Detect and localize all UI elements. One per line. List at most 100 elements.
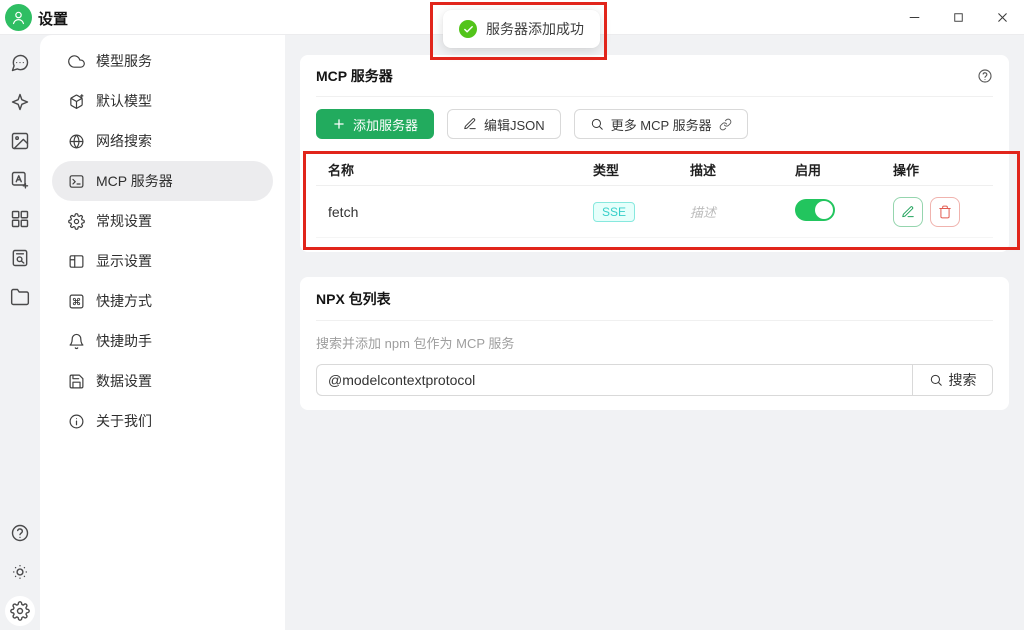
edit-json-label: 编辑JSON <box>484 115 545 134</box>
sidebar-item-about-us[interactable]: 关于我们 <box>52 401 273 441</box>
sparkle-rail-button[interactable] <box>1 82 40 121</box>
toolbar: 添加服务器 编辑JSON 更多 MCP 服务器 <box>316 109 993 139</box>
theme-sun-rail-button[interactable] <box>1 552 40 591</box>
npm-search-button[interactable]: 搜索 <box>912 364 993 396</box>
apps-grid-icon <box>10 209 30 229</box>
avatar[interactable] <box>5 4 32 31</box>
chat-icon <box>10 53 30 73</box>
minimize-icon <box>907 10 922 25</box>
column-header: 操作 <box>893 160 981 179</box>
row-actions <box>893 197 981 227</box>
npm-search-label: 搜索 <box>949 370 977 390</box>
edit-server-button[interactable] <box>893 197 923 227</box>
server-description: 描述 <box>690 202 795 221</box>
help-rail-button[interactable] <box>1 513 40 552</box>
window-controls <box>892 0 1024 35</box>
help-icon <box>10 523 30 543</box>
divider <box>316 320 993 321</box>
cloud-icon <box>68 53 85 70</box>
folder-icon <box>10 287 30 307</box>
sidebar-item-web-search[interactable]: 网络搜索 <box>52 121 273 161</box>
column-header: 类型 <box>593 160 690 179</box>
column-header: 启用 <box>795 160 893 179</box>
terminal-icon <box>68 173 85 190</box>
card-title: NPX 包列表 <box>316 289 993 309</box>
mcp-servers-table: 名称类型描述启用操作 fetch SSE 描述 <box>316 154 993 238</box>
trash-icon <box>938 205 952 219</box>
search-icon <box>590 117 604 131</box>
app-shell: 模型服务默认模型网络搜索MCP 服务器常规设置显示设置快捷方式快捷助手数据设置关… <box>0 35 1024 630</box>
enable-toggle[interactable] <box>795 199 835 221</box>
add-server-button[interactable]: 添加服务器 <box>316 109 434 139</box>
file-search-rail-button[interactable] <box>1 238 40 277</box>
sidebar-item-label: 关于我们 <box>96 411 152 431</box>
person-icon <box>10 9 27 26</box>
main-content: MCP 服务器 添加服务器 编辑JSON 更多 MCP 服务器 <box>285 35 1024 630</box>
gear-icon <box>68 213 85 230</box>
theme-sun-icon <box>10 562 30 582</box>
translate-rail-button[interactable] <box>1 160 40 199</box>
toast-success: 服务器添加成功 <box>443 10 600 48</box>
server-name: fetch <box>328 204 593 220</box>
command-icon <box>68 293 85 310</box>
npm-search-group: 搜索 <box>316 364 993 396</box>
column-header: 名称 <box>328 160 593 179</box>
image-rail-button[interactable] <box>1 121 40 160</box>
external-link-icon <box>719 118 732 131</box>
sidebar-item-label: 网络搜索 <box>96 131 152 151</box>
table-header-row: 名称类型描述启用操作 <box>316 154 993 186</box>
maximize-icon <box>951 10 966 25</box>
sidebar-item-shortcuts[interactable]: 快捷方式 <box>52 281 273 321</box>
image-icon <box>10 131 30 151</box>
mcp-servers-card: MCP 服务器 添加服务器 编辑JSON 更多 MCP 服务器 <box>300 55 1009 252</box>
table-row: fetch SSE 描述 <box>316 186 993 238</box>
sidebar-item-label: 模型服务 <box>96 51 152 71</box>
cube-icon <box>68 93 85 110</box>
close-button[interactable] <box>980 0 1024 35</box>
add-server-label: 添加服务器 <box>353 115 418 134</box>
card-header: MCP 服务器 <box>316 67 993 85</box>
sidebar-item-model-services[interactable]: 模型服务 <box>52 41 273 81</box>
sidebar-item-general-settings[interactable]: 常规设置 <box>52 201 273 241</box>
toggle-knob <box>815 201 833 219</box>
folder-rail-button[interactable] <box>1 277 40 316</box>
sidebar-item-label: 快捷助手 <box>96 331 152 351</box>
left-rail <box>0 35 40 630</box>
info-icon <box>68 413 85 430</box>
sidebar-item-label: 快捷方式 <box>96 291 152 311</box>
search-icon <box>929 373 943 387</box>
more-mcp-servers-label: 更多 MCP 服务器 <box>611 115 712 134</box>
server-type-badge: SSE <box>593 202 635 222</box>
sidebar-item-label: 默认模型 <box>96 91 152 111</box>
question-circle-icon[interactable] <box>977 68 993 84</box>
maximize-button[interactable] <box>936 0 980 35</box>
more-mcp-servers-button[interactable]: 更多 MCP 服务器 <box>574 109 748 139</box>
sidebar-item-label: 显示设置 <box>96 251 152 271</box>
toast-message: 服务器添加成功 <box>486 19 584 39</box>
pencil-icon <box>463 117 477 131</box>
close-icon <box>995 10 1010 25</box>
sidebar-item-default-models[interactable]: 默认模型 <box>52 81 273 121</box>
check-icon <box>463 24 474 35</box>
npm-search-input[interactable] <box>316 364 912 396</box>
settings-gear-icon <box>10 601 30 621</box>
chat-rail-button[interactable] <box>1 43 40 82</box>
globe-icon <box>68 133 85 150</box>
card-title: MCP 服务器 <box>316 66 393 86</box>
apps-grid-rail-button[interactable] <box>1 199 40 238</box>
minimize-button[interactable] <box>892 0 936 35</box>
page-title: 设置 <box>38 8 68 29</box>
delete-server-button[interactable] <box>930 197 960 227</box>
settings-gear-rail-button[interactable] <box>1 591 40 630</box>
sidebar-item-quick-assistant[interactable]: 快捷助手 <box>52 321 273 361</box>
pencil-icon <box>901 205 915 219</box>
sidebar-item-label: MCP 服务器 <box>96 171 173 191</box>
npx-description: 搜索并添加 npm 包作为 MCP 服务 <box>316 333 993 352</box>
divider <box>316 96 993 97</box>
sidebar-item-label: 常规设置 <box>96 211 152 231</box>
sparkle-icon <box>10 92 30 112</box>
edit-json-button[interactable]: 编辑JSON <box>447 109 561 139</box>
sidebar-item-data-settings[interactable]: 数据设置 <box>52 361 273 401</box>
sidebar-item-mcp-servers[interactable]: MCP 服务器 <box>52 161 273 201</box>
sidebar-item-display-settings[interactable]: 显示设置 <box>52 241 273 281</box>
